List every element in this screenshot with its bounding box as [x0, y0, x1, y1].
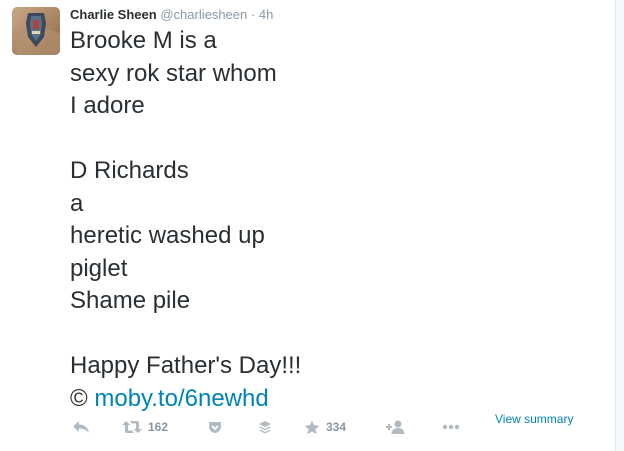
- tweet-line: D Richards: [70, 157, 189, 184]
- tweet-line: Shame pile: [70, 287, 191, 314]
- retweet-count: 162: [148, 420, 169, 434]
- tweet-link[interactable]: moby.to/6newhd: [94, 385, 268, 412]
- more-icon: [442, 424, 460, 430]
- reply-icon: [73, 421, 89, 433]
- tweet-line: I adore: [70, 92, 145, 119]
- star-icon: [304, 420, 320, 434]
- view-summary-link[interactable]: View summary: [495, 412, 573, 426]
- buffer-button[interactable]: [258, 415, 272, 439]
- favorite-button[interactable]: 334: [304, 415, 346, 439]
- avatar[interactable]: [12, 7, 60, 55]
- tweet-line: Happy Father's Day!!!: [70, 352, 302, 379]
- tweet-line: a: [70, 189, 84, 217]
- tweet-line: Brooke M is a: [70, 27, 217, 54]
- retweet-icon: [122, 421, 142, 433]
- favorite-count: 334: [326, 420, 347, 434]
- tweet-card: Charlie Sheen @charliesheen · 4h Brooke …: [0, 0, 616, 451]
- pocket-icon: [209, 422, 221, 433]
- tweet-header: Charlie Sheen @charliesheen · 4h: [70, 6, 273, 23]
- avatar-tattoo-image: [16, 13, 60, 55]
- tweet-line: piglet: [70, 254, 128, 282]
- more-button[interactable]: [442, 415, 460, 439]
- reply-button[interactable]: [72, 415, 90, 439]
- follow-icon: [386, 420, 405, 434]
- tweet-link-line: © moby.to/6newhd: [70, 383, 550, 416]
- tweet-actions: 162 334: [70, 415, 470, 439]
- fullname[interactable]: Charlie Sheen: [70, 7, 157, 22]
- follow-button[interactable]: [386, 415, 406, 439]
- retweet-button[interactable]: 162: [122, 415, 168, 439]
- buffer-icon: [259, 421, 271, 434]
- separator: ·: [250, 7, 256, 22]
- pocket-button[interactable]: [208, 415, 222, 439]
- tweet-line: heretic washed up: [70, 222, 265, 249]
- timestamp[interactable]: 4h: [259, 7, 273, 22]
- username[interactable]: @charliesheen: [160, 7, 247, 22]
- copyright-symbol: ©: [70, 384, 88, 412]
- tweet-text: Brooke M is a sexy rok star whom I adore…: [70, 25, 550, 415]
- tweet-line: sexy rok star whom: [70, 59, 277, 87]
